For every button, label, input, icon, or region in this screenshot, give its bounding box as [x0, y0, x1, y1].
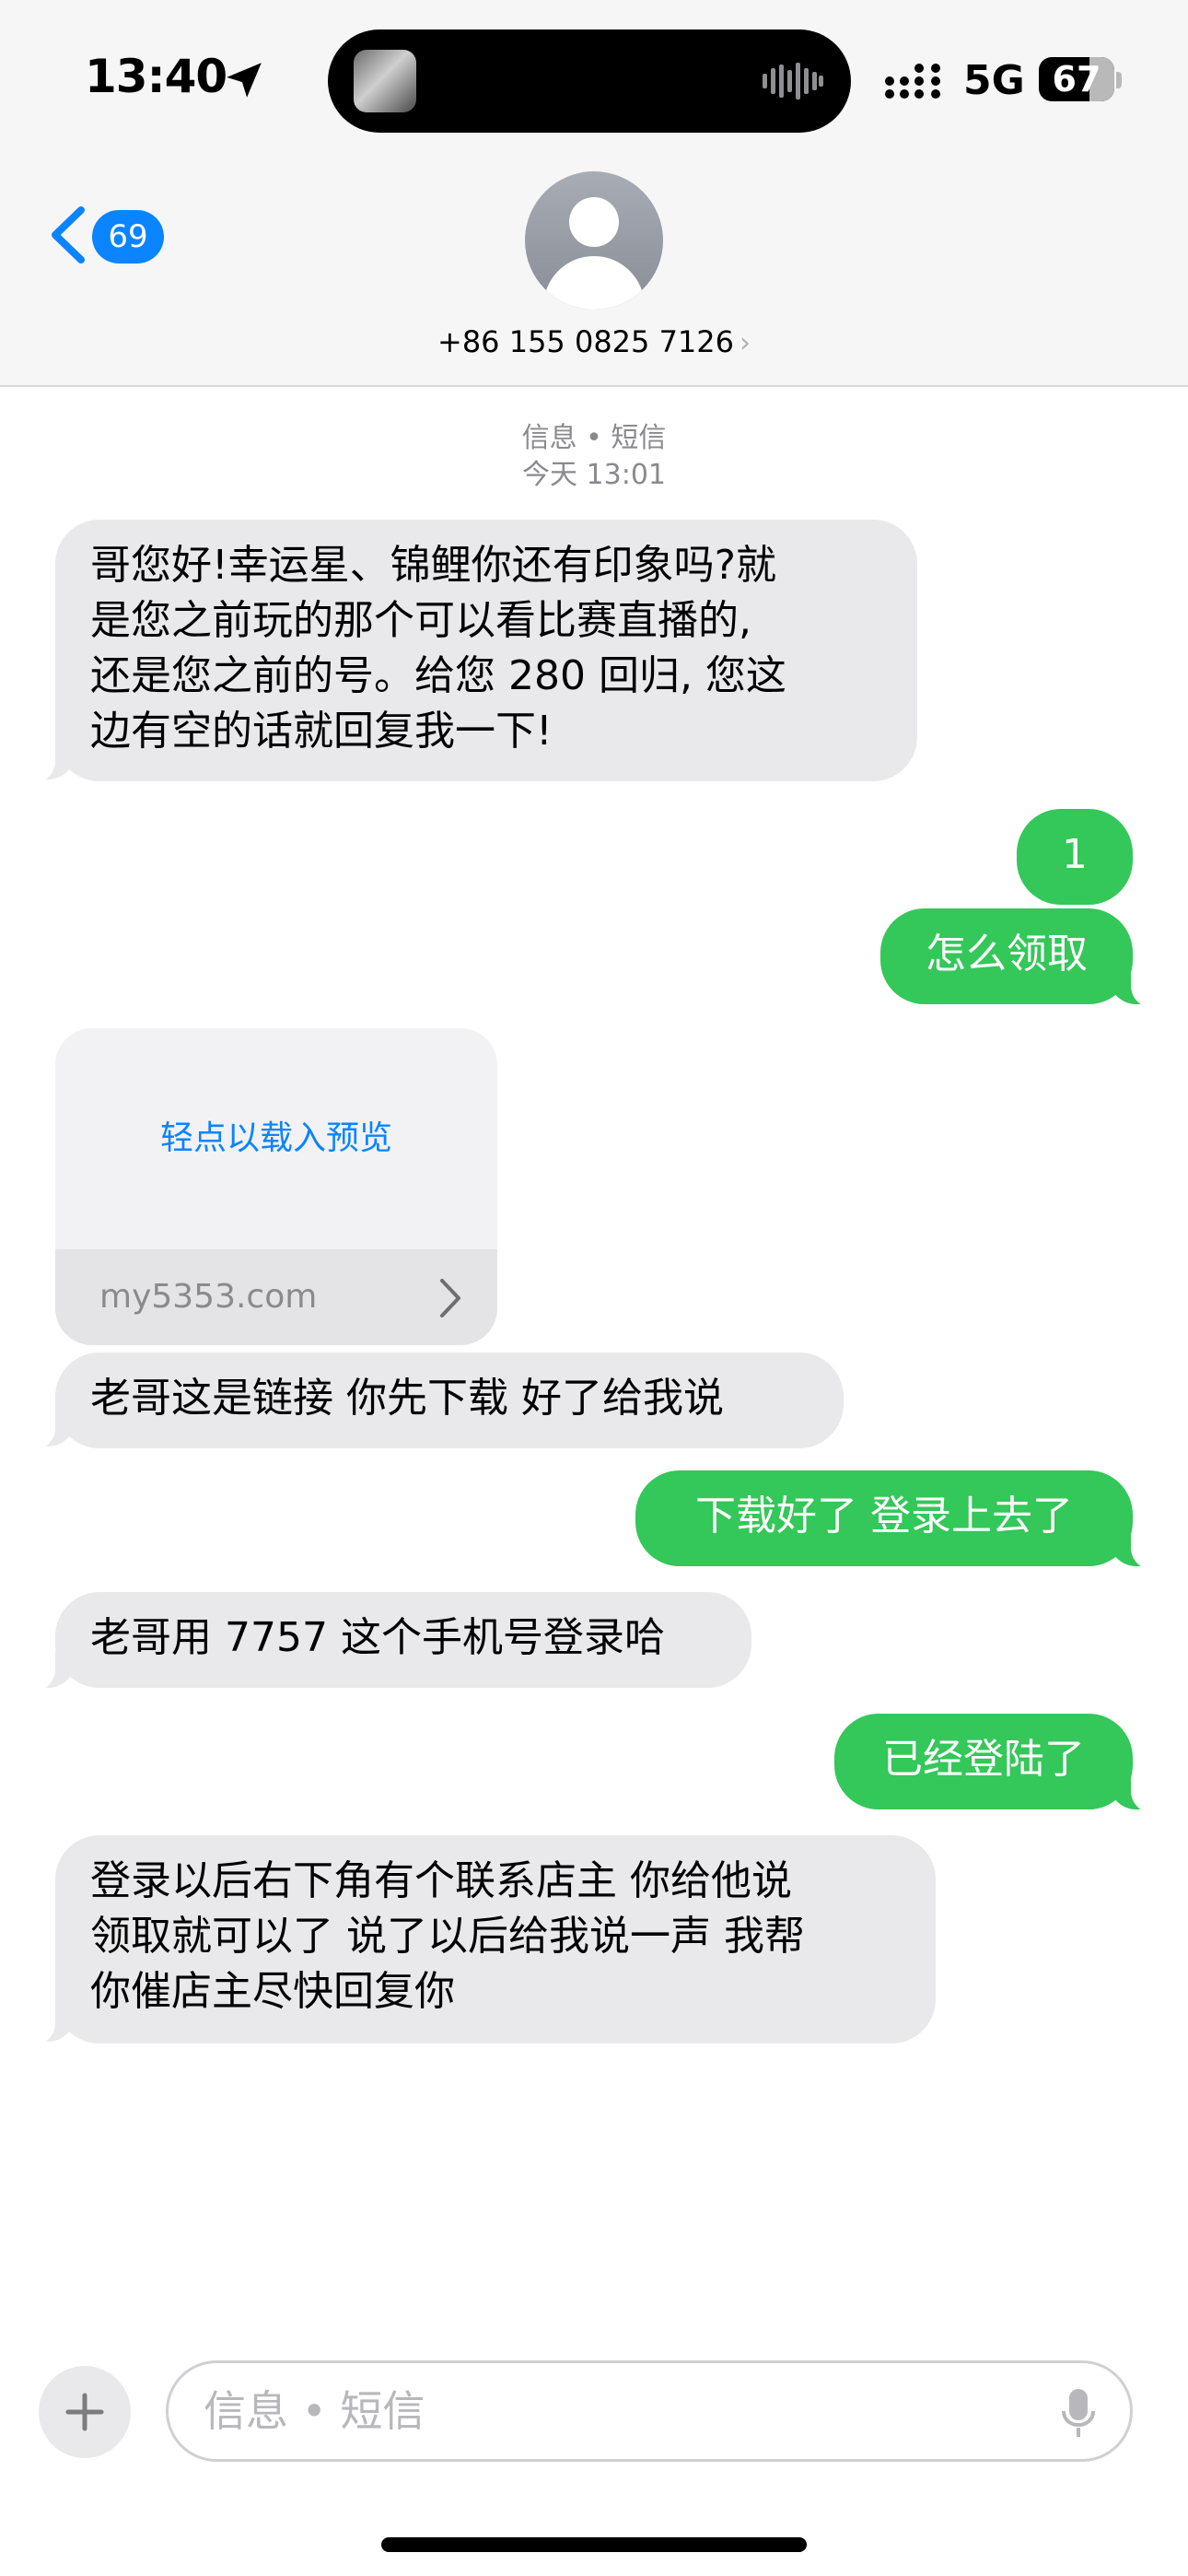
message-bubble-incoming[interactable]: 老哥这是链接 你先下载 好了给我说 — [55, 1352, 844, 1448]
now-playing-thumbnail — [354, 50, 416, 112]
unread-count-badge[interactable]: 69 — [92, 210, 164, 263]
message-bubble-outgoing[interactable]: 下载好了 登录上去了 — [635, 1470, 1133, 1566]
message-bubble-outgoing[interactable]: 1 — [1017, 809, 1133, 905]
link-preview-card[interactable]: 轻点以载入预览 my5353.com — [55, 1028, 497, 1345]
message-service-label: 信息 • 短信 — [521, 422, 667, 454]
audio-waveform-icon — [763, 63, 823, 100]
cellular-signal-icon — [885, 64, 940, 99]
battery-nub — [1116, 72, 1122, 88]
message-bubble-incoming[interactable]: 老哥用 7757 这个手机号登录哈 — [55, 1592, 751, 1688]
contact-number: +86 155 0825 7126 — [437, 324, 734, 359]
link-preview-footer[interactable]: my5353.com — [55, 1249, 497, 1345]
microphone-icon[interactable] — [1060, 2387, 1097, 2439]
contact-chevron-icon: › — [740, 327, 751, 359]
status-time: 13:40 — [85, 50, 227, 103]
chevron-right-icon — [440, 1279, 460, 1317]
add-attachment-button[interactable] — [39, 2366, 131, 2458]
load-preview-link[interactable]: 轻点以载入预览 — [55, 1028, 497, 1249]
message-bubble-incoming[interactable]: 登录以后右下角有个联系店主 你给他说 领取就可以了 说了以后给我说一声 我帮 你… — [55, 1835, 936, 2043]
conversation-header: 13:40 5G 67 69 +86 155 0825 7126 › — [0, 0, 1188, 387]
plus-icon — [65, 2393, 104, 2431]
contact-avatar[interactable] — [525, 171, 663, 310]
link-domain: my5353.com — [99, 1278, 318, 1316]
message-bubble-outgoing[interactable]: 怎么领取 — [880, 908, 1133, 1004]
location-arrow-icon — [227, 63, 262, 98]
message-bubble-outgoing[interactable]: 已经登陆了 — [834, 1714, 1133, 1809]
home-indicator[interactable] — [381, 2537, 807, 2552]
message-input-placeholder: 信息 • 短信 — [204, 2386, 425, 2436]
message-bubble-incoming[interactable]: 哥您好!幸运星、锦鲤你还有印象吗?就 是您之前玩的那个可以看比赛直播的, 还是您… — [55, 520, 917, 781]
network-type: 5G — [963, 57, 1025, 104]
back-chevron-icon[interactable] — [42, 203, 98, 267]
contact-title[interactable]: +86 155 0825 7126 › — [0, 324, 1188, 359]
dynamic-island[interactable] — [328, 29, 851, 133]
message-timestamp: 今天 13:01 — [522, 459, 666, 491]
battery-level: 67 — [1052, 59, 1101, 100]
battery-icon: 67 — [1039, 57, 1114, 101]
message-input-field[interactable]: 信息 • 短信 — [166, 2360, 1133, 2462]
